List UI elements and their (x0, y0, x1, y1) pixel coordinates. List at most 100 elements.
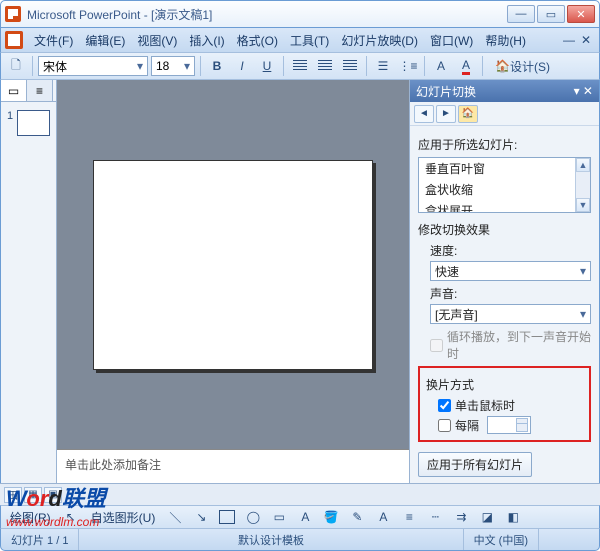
normal-view-button[interactable]: 田 (4, 487, 22, 503)
effect-item[interactable]: 盒状展开 (419, 200, 590, 213)
slide-canvas-area (57, 80, 409, 449)
autoshapes-menu[interactable]: 自选图形(U) (86, 507, 161, 528)
arrowstyle-button[interactable]: ⇉ (450, 506, 472, 528)
mdi-close[interactable]: ✕ (581, 33, 591, 47)
app-icon (5, 6, 21, 22)
modify-label: 修改切换效果 (418, 221, 591, 238)
linecolor-button[interactable]: ✎ (346, 506, 368, 528)
design-label: 设计(S) (510, 58, 550, 75)
menu-view[interactable]: 视图(V) (132, 30, 182, 51)
loop-check: 循环播放，到下一声音开始时 (430, 328, 591, 362)
scroll-down-icon[interactable]: ▼ (576, 198, 590, 212)
slides-tab[interactable]: ≡ (27, 80, 53, 101)
effects-list[interactable]: 垂直百叶窗 盒状收缩 盒状展开 ▲ ▼ (418, 157, 591, 213)
slide[interactable] (93, 160, 373, 370)
chevron-down-icon: ▾ (137, 59, 143, 73)
sound-label: 声音: (430, 285, 591, 302)
speed-select[interactable]: 快速▾ (430, 261, 591, 281)
align-left-button[interactable] (289, 55, 311, 77)
titlebar: Microsoft PowerPoint - [演示文稿1] — ▭ ✕ (0, 0, 600, 28)
every-row[interactable]: 每隔 (438, 416, 583, 434)
slideshow-view-button[interactable]: ▣ (44, 487, 62, 503)
font-value: 宋体 (43, 58, 67, 75)
nav-home-button[interactable]: 🏠 (458, 105, 478, 123)
taskpane-menu-icon[interactable]: ▾ ✕ (574, 84, 593, 98)
menu-edit[interactable]: 编辑(E) (80, 30, 130, 51)
status-bar: 幻灯片 1 / 1 默认设计模板 中文 (中国) (0, 529, 600, 551)
advance-section: 换片方式 单击鼠标时 每隔 (418, 366, 591, 442)
numbering-button[interactable]: ⋮≡ (397, 55, 419, 77)
thumb-1[interactable]: 1 (7, 110, 50, 136)
menu-help[interactable]: 帮助(H) (480, 30, 531, 51)
every-checkbox[interactable] (438, 419, 451, 432)
minimize-button[interactable]: — (507, 5, 535, 23)
notes-pane[interactable]: 单击此处添加备注 (57, 449, 409, 483)
apply-all-button[interactable]: 应用于所有幻灯片 (418, 452, 532, 477)
taskpane-body: 应用于所选幻灯片: 垂直百叶窗 盒状收缩 盒状展开 ▲ ▼ 修改切换效果 速度:… (410, 126, 599, 483)
onclick-checkbox[interactable] (438, 399, 451, 412)
menu-insert[interactable]: 插入(I) (184, 30, 229, 51)
sound-select[interactable]: [无声音]▾ (430, 304, 591, 324)
apply-selected-label: 应用于所选幻灯片: (418, 136, 591, 153)
view-bar: 田 ▦ ▣ (0, 483, 600, 505)
status-template: 默认设计模板 (79, 529, 463, 550)
sorter-view-button[interactable]: ▦ (24, 487, 42, 503)
wordart-button[interactable]: A (294, 506, 316, 528)
nav-forward-button[interactable]: ► (436, 105, 456, 123)
effect-item[interactable]: 盒状收缩 (419, 179, 590, 200)
underline-button[interactable]: U (256, 55, 278, 77)
fontcolor-button[interactable]: A (372, 506, 394, 528)
fill-button[interactable]: 🪣 (320, 506, 342, 528)
status-lang: 中文 (中国) (464, 529, 539, 550)
onclick-row[interactable]: 单击鼠标时 (438, 397, 583, 414)
loop-label: 循环播放，到下一声音开始时 (447, 328, 591, 362)
shadow-button[interactable]: ◪ (476, 506, 498, 528)
design-button[interactable]: 🏠设计(S) (488, 55, 557, 77)
main-area: ▭ ≡ 1 单击此处添加备注 幻灯片切换 ▾ ✕ ◄ ► 🏠 应用于所选幻灯片:… (0, 80, 600, 483)
textbox-button[interactable]: ▭ (268, 506, 290, 528)
chevron-down-icon: ▾ (580, 307, 586, 321)
menu-tools[interactable]: 工具(T) (285, 30, 334, 51)
effect-item[interactable]: 垂直百叶窗 (419, 158, 590, 179)
draw-menu[interactable]: 绘图(R) (5, 507, 56, 528)
window-title: Microsoft PowerPoint - [演示文稿1] (27, 6, 507, 23)
linestyle-button[interactable]: ≡ (398, 506, 420, 528)
close-button[interactable]: ✕ (567, 5, 595, 23)
mdi-minimize[interactable]: — (563, 33, 575, 47)
increase-font-button[interactable]: A (430, 55, 452, 77)
font-color-button[interactable]: A (455, 55, 477, 77)
taskpane-title-text: 幻灯片切换 (416, 83, 476, 100)
size-select[interactable]: 18▾ (151, 56, 195, 76)
editor-area: 单击此处添加备注 (57, 80, 409, 483)
select-arrow-button[interactable]: ↖ (60, 506, 82, 528)
bold-button[interactable]: B (206, 55, 228, 77)
menu-window[interactable]: 窗口(W) (425, 30, 478, 51)
menu-file[interactable]: 文件(F) (29, 30, 78, 51)
dashstyle-button[interactable]: ┄ (424, 506, 446, 528)
menu-slideshow[interactable]: 幻灯片放映(D) (336, 30, 423, 51)
chevron-down-icon: ▾ (580, 264, 586, 278)
align-right-button[interactable] (339, 55, 361, 77)
arrow-button[interactable]: ↘ (190, 506, 212, 528)
thumb-slide (17, 110, 50, 136)
3d-button[interactable]: ◧ (502, 506, 524, 528)
outline-tab[interactable]: ▭ (1, 80, 27, 101)
font-select[interactable]: 宋体 ▾ (38, 56, 148, 76)
menu-format[interactable]: 格式(O) (232, 30, 283, 51)
nav-back-button[interactable]: ◄ (414, 105, 434, 123)
thumbnail-panel: ▭ ≡ 1 (1, 80, 57, 483)
italic-button[interactable]: I (231, 55, 253, 77)
effects-scrollbar[interactable]: ▲ ▼ (575, 158, 590, 212)
notes-placeholder: 单击此处添加备注 (65, 458, 161, 472)
doc-icon (5, 31, 23, 49)
new-button[interactable]: 🗋 (5, 55, 27, 77)
bullets-button[interactable]: ☰ (372, 55, 394, 77)
rect-button[interactable] (216, 506, 238, 528)
scroll-up-icon[interactable]: ▲ (576, 158, 590, 172)
line-button[interactable]: ＼ (164, 506, 186, 528)
interval-spinner[interactable] (487, 416, 531, 434)
oval-button[interactable]: ◯ (242, 506, 264, 528)
align-center-button[interactable] (314, 55, 336, 77)
task-pane: 幻灯片切换 ▾ ✕ ◄ ► 🏠 应用于所选幻灯片: 垂直百叶窗 盒状收缩 盒状展… (409, 80, 599, 483)
maximize-button[interactable]: ▭ (537, 5, 565, 23)
